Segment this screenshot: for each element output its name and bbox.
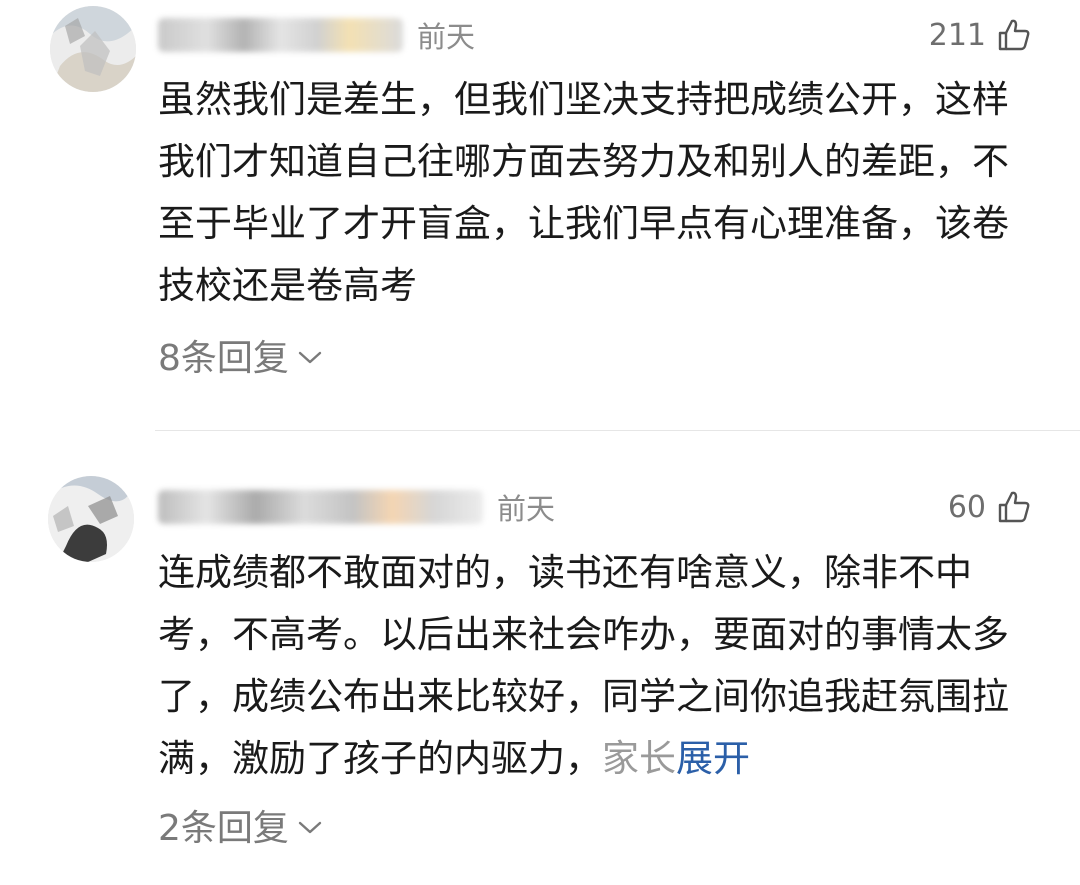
comment-header: 前天 — [158, 482, 555, 532]
view-replies-button[interactable]: 2条回复 — [158, 800, 323, 850]
like-button[interactable]: 211 — [929, 10, 1032, 60]
like-count: 60 — [947, 489, 986, 525]
chevron-down-icon — [297, 344, 323, 366]
comment-divider — [155, 430, 1080, 431]
like-button[interactable]: 60 — [948, 482, 1032, 532]
avatar[interactable] — [50, 6, 136, 92]
comment-time: 前天 — [417, 20, 476, 54]
avatar[interactable] — [48, 476, 134, 562]
expand-link[interactable]: 展开 — [676, 737, 750, 780]
comment-item: 前天 60 连成绩都不敢面对的，读书还有啥意义，除非不中考，不高考。以后出来社会… — [0, 462, 1080, 885]
comment-item: 前天 211 虽然我们是差生，但我们坚决支持把成绩公开，这样我们才知道自己往哪方… — [0, 0, 1080, 430]
thumbs-up-icon — [996, 17, 1032, 53]
comment-text-main: 连成绩都不敢面对的，读书还有啥意义，除非不中考，不高考。以后出来社会咋办，要面对… — [158, 551, 1009, 780]
comment-time: 前天 — [497, 492, 556, 526]
comment-text: 虽然我们是差生，但我们坚决支持把成绩公开，这样我们才知道自己往哪方面去努力及和别… — [158, 78, 1009, 307]
comment-text: 连成绩都不敢面对的，读书还有啥意义，除非不中考，不高考。以后出来社会咋办，要面对… — [158, 542, 1038, 790]
replies-label: 2条回复 — [158, 808, 289, 849]
replies-label: 8条回复 — [158, 338, 289, 379]
comment-header: 前天 — [158, 10, 475, 60]
like-count: 211 — [928, 17, 986, 53]
comment-text-truncated: 家长 — [602, 737, 676, 780]
username-redacted[interactable] — [158, 18, 403, 52]
thumbs-up-icon — [996, 489, 1032, 525]
avatar-image — [48, 476, 134, 562]
view-replies-button[interactable]: 8条回复 — [158, 330, 323, 380]
chevron-down-icon — [297, 814, 323, 836]
username-redacted[interactable] — [158, 490, 483, 524]
avatar-image — [50, 6, 136, 92]
